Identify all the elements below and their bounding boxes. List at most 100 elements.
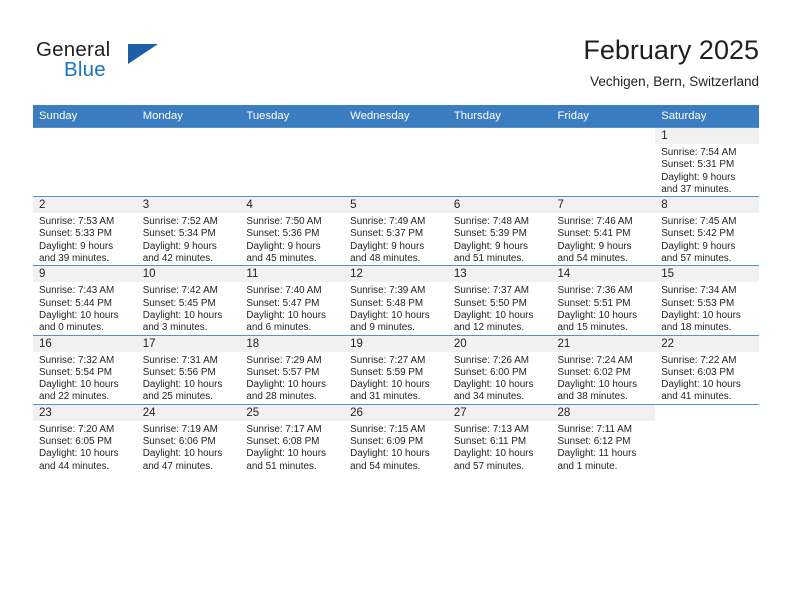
day-sunset-text: Sunset: 6:08 PM (246, 436, 320, 448)
calendar-cell: 7 Sunrise: 7:46 AM Sunset: 5:41 PM Daylight… (551, 196, 656, 266)
weekday-header-row: Sunday Monday Tuesday Wednesday Thursday… (33, 105, 759, 127)
calendar-cell: 10 Sunrise: 7:42 AM Sunset: 5:45 PM Dayligh… (136, 265, 241, 335)
day-cell[interactable]: 12 Sunrise: 7:39 AM Sunset: 5:48 PM Dayligh… (344, 265, 448, 334)
calendar-body: 1 Sunrise: 7:54 AM Sunset: 5:31 PM Daylight… (33, 127, 759, 473)
weekday-header-monday: Monday (136, 105, 241, 127)
day-daylight1-text: Daylight: 10 hours (453, 448, 534, 460)
day-details: Sunrise: 7:24 AM Sunset: 6:02 PM Daylight:… (552, 352, 656, 404)
day-cell[interactable]: 5 Sunrise: 7:49 AM Sunset: 5:37 PM Daylight… (344, 196, 448, 265)
day-number (655, 405, 759, 421)
title-block: February 2025 Vechigen, Bern, Switzerlan… (583, 33, 759, 92)
day-sunset-text: Sunset: 5:33 PM (39, 228, 113, 240)
day-cell[interactable]: 22 Sunrise: 7:22 AM Sunset: 6:03 PM Dayligh… (655, 334, 759, 404)
calendar-cell: 11 Sunrise: 7:40 AM Sunset: 5:47 PM Dayligh… (240, 265, 345, 335)
day-cell[interactable]: 4 Sunrise: 7:50 AM Sunset: 5:36 PM Daylight… (240, 196, 345, 265)
day-daylight2-text: and 38 minutes. (557, 391, 628, 403)
day-cell[interactable]: 16 Sunrise: 7:32 AM Sunset: 5:54 PM Dayligh… (33, 334, 137, 404)
day-cell[interactable]: 8 Sunrise: 7:45 AM Sunset: 5:42 PM Daylight… (655, 196, 759, 265)
day-daylight1-text: Daylight: 10 hours (142, 379, 223, 391)
day-details: Sunrise: 7:48 AM Sunset: 5:39 PM Daylight:… (448, 213, 552, 265)
day-cell[interactable]: 14 Sunrise: 7:36 AM Sunset: 5:51 PM Dayligh… (551, 265, 656, 334)
day-sunrise-text: Sunrise: 7:13 AM (453, 423, 530, 435)
calendar-week-row: 9 Sunrise: 7:43 AM Sunset: 5:44 PM Daylight… (33, 265, 759, 335)
day-cell[interactable]: 2 Sunrise: 7:53 AM Sunset: 5:33 PM Daylight… (33, 196, 137, 265)
day-daylight2-text: and 12 minutes. (453, 322, 525, 334)
day-daylight2-text: and 31 minutes. (350, 391, 421, 403)
day-cell[interactable]: 6 Sunrise: 7:48 AM Sunset: 5:39 PM Daylight… (447, 196, 552, 265)
calendar-cell (344, 127, 448, 197)
calendar-cell: 19 Sunrise: 7:27 AM Sunset: 5:59 PM Dayligh… (344, 334, 448, 404)
calendar-cell (655, 403, 759, 473)
day-daylight2-text: and 1 minute. (557, 460, 618, 472)
calendar-week-row: 2 Sunrise: 7:53 AM Sunset: 5:33 PM Daylight… (33, 196, 759, 266)
day-sunrise-text: Sunrise: 7:36 AM (557, 285, 633, 297)
day-cell[interactable]: 1 Sunrise: 7:54 AM Sunset: 5:31 PM Daylight… (655, 127, 759, 196)
day-daylight1-text: Daylight: 10 hours (246, 448, 326, 460)
day-sunset-text: Sunset: 5:48 PM (350, 297, 424, 309)
day-cell[interactable]: 9 Sunrise: 7:43 AM Sunset: 5:44 PM Daylight… (33, 265, 137, 334)
day-daylight2-text: and 25 minutes. (142, 391, 213, 403)
day-details: Sunrise: 7:20 AM Sunset: 6:05 PM Daylight:… (33, 421, 137, 473)
weekday-header-sunday: Sunday (33, 105, 137, 127)
day-cell[interactable]: 3 Sunrise: 7:52 AM Sunset: 5:34 PM Daylight… (136, 196, 241, 265)
day-cell[interactable]: 18 Sunrise: 7:29 AM Sunset: 5:57 PM Dayligh… (240, 334, 345, 404)
day-sunset-text: Sunset: 6:11 PM (453, 436, 527, 448)
day-number: 25 (240, 404, 345, 421)
day-cell[interactable]: 25 Sunrise: 7:17 AM Sunset: 6:08 PM Dayligh… (240, 403, 345, 473)
brand-logo: General Blue (33, 38, 263, 94)
day-sunrise-text: Sunrise: 7:11 AM (557, 423, 632, 435)
calendar-cell: 17 Sunrise: 7:31 AM Sunset: 5:56 PM Dayligh… (136, 334, 241, 404)
day-cell[interactable]: 21 Sunrise: 7:24 AM Sunset: 6:02 PM Dayligh… (551, 334, 656, 404)
day-cell[interactable]: 19 Sunrise: 7:27 AM Sunset: 5:59 PM Dayligh… (344, 334, 448, 404)
day-number: 20 (447, 335, 552, 352)
day-sunset-text: Sunset: 6:02 PM (557, 366, 631, 378)
day-cell[interactable]: 13 Sunrise: 7:37 AM Sunset: 5:50 PM Dayligh… (447, 265, 552, 334)
day-cell[interactable]: 23 Sunrise: 7:20 AM Sunset: 6:05 PM Dayligh… (33, 403, 137, 473)
day-number: 3 (136, 197, 241, 214)
calendar-cell: 22 Sunrise: 7:22 AM Sunset: 6:03 PM Dayligh… (655, 334, 759, 404)
day-number: 16 (33, 335, 137, 352)
calendar-week-row: 23 Sunrise: 7:20 AM Sunset: 6:05 PM Dayligh… (33, 403, 759, 473)
day-sunset-text: Sunset: 5:34 PM (142, 228, 216, 240)
day-daylight2-text: and 54 minutes. (557, 253, 628, 265)
day-daylight1-text: Daylight: 10 hours (350, 379, 430, 391)
day-number: 13 (447, 266, 552, 283)
day-cell[interactable]: 26 Sunrise: 7:15 AM Sunset: 6:09 PM Dayligh… (344, 403, 448, 473)
day-cell[interactable]: 11 Sunrise: 7:40 AM Sunset: 5:47 PM Dayligh… (240, 265, 345, 334)
day-sunset-text: Sunset: 6:12 PM (557, 436, 631, 448)
day-cell[interactable]: 10 Sunrise: 7:42 AM Sunset: 5:45 PM Dayligh… (136, 265, 241, 334)
calendar-cell: 2 Sunrise: 7:53 AM Sunset: 5:33 PM Daylight… (33, 196, 137, 266)
day-cell[interactable]: 27 Sunrise: 7:13 AM Sunset: 6:11 PM Dayligh… (447, 403, 552, 473)
day-number: 17 (136, 335, 241, 352)
day-cell[interactable]: 7 Sunrise: 7:46 AM Sunset: 5:41 PM Daylight… (551, 196, 656, 265)
day-daylight2-text: and 39 minutes. (39, 253, 110, 265)
day-number: 12 (344, 266, 448, 283)
day-number (344, 128, 448, 144)
day-number: 26 (344, 404, 448, 421)
day-cell[interactable]: 24 Sunrise: 7:19 AM Sunset: 6:06 PM Dayligh… (136, 403, 241, 473)
day-number: 4 (240, 197, 345, 214)
day-details: Sunrise: 7:39 AM Sunset: 5:48 PM Daylight:… (344, 282, 448, 334)
day-sunrise-text: Sunrise: 7:24 AM (557, 354, 633, 366)
calendar-cell: 9 Sunrise: 7:43 AM Sunset: 5:44 PM Daylight… (33, 265, 137, 335)
day-number: 27 (447, 404, 552, 421)
calendar-cell: 12 Sunrise: 7:39 AM Sunset: 5:48 PM Dayligh… (344, 265, 448, 335)
calendar-cell (33, 127, 137, 197)
day-sunrise-text: Sunrise: 7:22 AM (661, 354, 737, 366)
day-number: 7 (551, 197, 656, 214)
day-cell-empty (33, 127, 137, 196)
day-cell-empty (655, 403, 759, 473)
day-daylight1-text: Daylight: 10 hours (453, 379, 534, 391)
day-sunrise-text: Sunrise: 7:53 AM (39, 216, 115, 228)
day-daylight1-text: Daylight: 10 hours (246, 309, 326, 321)
day-number: 19 (344, 335, 448, 352)
day-cell[interactable]: 17 Sunrise: 7:31 AM Sunset: 5:56 PM Dayligh… (136, 334, 241, 404)
day-cell[interactable]: 15 Sunrise: 7:34 AM Sunset: 5:53 PM Dayligh… (655, 265, 759, 334)
day-number: 14 (551, 266, 656, 283)
day-sunset-text: Sunset: 5:50 PM (453, 297, 527, 309)
day-details: Sunrise: 7:32 AM Sunset: 5:54 PM Daylight:… (33, 352, 137, 404)
day-number: 10 (136, 266, 241, 283)
day-cell[interactable]: 28 Sunrise: 7:11 AM Sunset: 6:12 PM Dayligh… (551, 403, 656, 473)
day-cell[interactable]: 20 Sunrise: 7:26 AM Sunset: 6:00 PM Dayligh… (447, 334, 552, 404)
brand-triangle-icon (128, 44, 158, 64)
